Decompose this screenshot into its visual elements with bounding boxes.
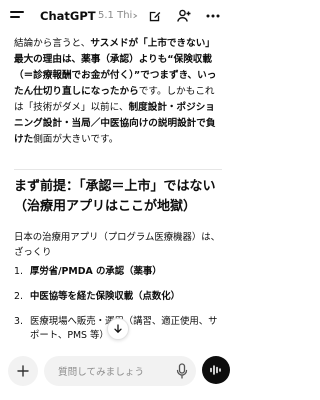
app-title[interactable]: ChatGPT — [40, 9, 96, 23]
message-input-placeholder[interactable]: 質問してみましょう — [58, 364, 144, 378]
top-bar: ChatGPT 5.1 Thi... › — [0, 0, 234, 34]
conversation: 結論から言うと、サスメドが「上市できない」最大の理由は、薬事（承認）よりも“保険… — [0, 34, 234, 354]
new-chat-icon[interactable] — [146, 8, 162, 24]
menu-icon[interactable] — [10, 11, 24, 23]
list-number: 1. — [14, 266, 23, 277]
list-number: 2. — [14, 291, 23, 302]
model-label[interactable]: 5.1 Thi... — [98, 10, 132, 21]
plus-button[interactable] — [8, 356, 38, 386]
steps-list: 1. 厚労省/PMDA の承認（薬事） 2. 中医協等を経た保険収載（点数化） 3.… — [14, 265, 222, 354]
list-item: 1. 厚労省/PMDA の承認（薬事） — [14, 265, 222, 279]
list-text: 厚労省/PMDA の承認（薬事） — [30, 266, 162, 277]
voice-mode-icon — [210, 365, 221, 375]
answer-text: 結論から言うと、 — [14, 38, 91, 49]
chevron-right-icon[interactable]: › — [132, 9, 138, 22]
intro-paragraph: 日本の治療用アプリ（プログラム医療機器）は、ざっくり — [14, 232, 220, 258]
list-item: 2. 中医協等を経た保険収載（点数化） — [14, 290, 222, 304]
arrow-down-icon — [114, 324, 122, 334]
section-heading: まず前提：「承認＝上市」ではない（治療用アプリはここが地獄） — [14, 179, 216, 214]
plus-icon — [17, 365, 29, 377]
answer-text: 側面が大きいです。 — [33, 134, 119, 145]
voice-mode-button[interactable] — [202, 356, 230, 384]
add-user-icon[interactable] — [176, 8, 192, 24]
divider — [14, 169, 222, 170]
list-text: 中医協等を経た保険収載（点数化） — [30, 291, 181, 302]
list-number: 3. — [14, 316, 23, 327]
mic-icon[interactable] — [176, 362, 188, 380]
scroll-down-button[interactable] — [107, 318, 129, 340]
answer-paragraph: 結論から言うと、サスメドが「上市できない」最大の理由は、薬事（承認）よりも“保険… — [14, 36, 222, 148]
more-icon[interactable] — [205, 8, 221, 24]
